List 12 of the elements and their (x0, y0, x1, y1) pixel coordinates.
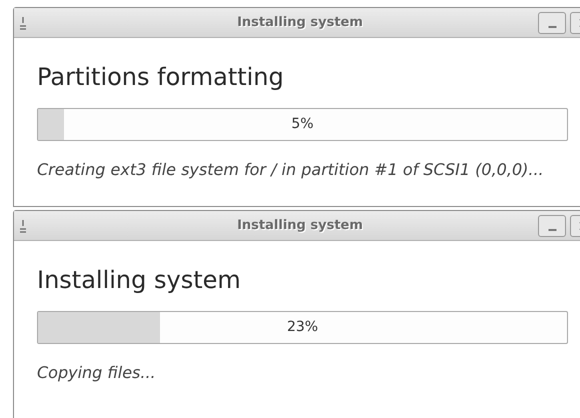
minimize-icon (548, 26, 556, 28)
minimize-button[interactable] (538, 214, 566, 236)
progress-percent: 23% (286, 319, 320, 335)
status-text: Creating ext3 file system for / in partition #1 of SCSI1 (0,0,0)... (37, 160, 545, 179)
minimize-button[interactable] (538, 12, 566, 34)
status-text: Copying files... (37, 363, 157, 382)
minimize-icon (548, 228, 556, 230)
step-heading: Partitions formatting (37, 63, 285, 91)
step-heading: Installing system (37, 266, 242, 294)
progress-percent: 5% (290, 116, 315, 132)
window-title: Installing system (236, 218, 364, 233)
window-title: Installing system (236, 15, 364, 30)
